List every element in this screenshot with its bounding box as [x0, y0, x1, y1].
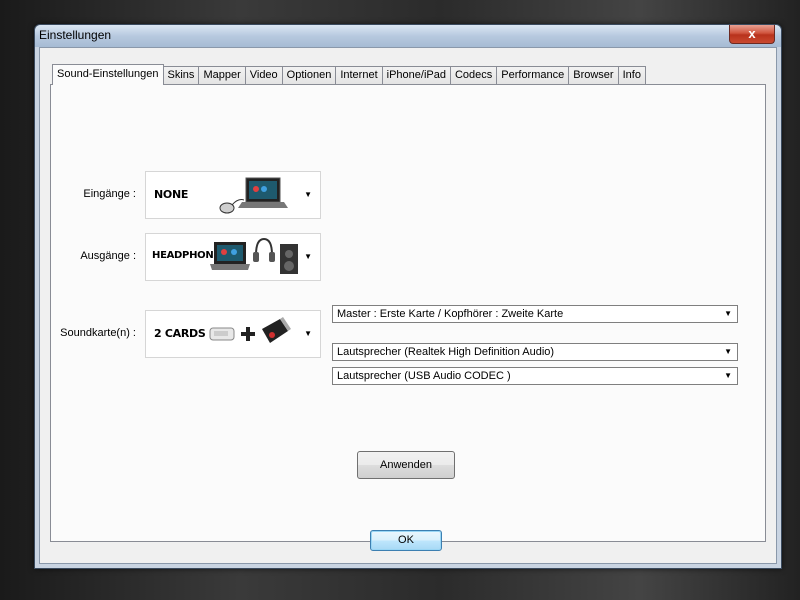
soundcard-icon [209, 327, 235, 341]
chevron-down-icon: ▼ [724, 347, 732, 356]
dialog-client: Sound-Einstellungen Skins Mapper Video O… [39, 47, 777, 564]
tab-codecs[interactable]: Codecs [449, 66, 498, 85]
plus-icon [241, 327, 255, 341]
output-routing-value: Master : Erste Karte / Kopfhörer : Zweit… [337, 308, 564, 320]
outputs-selector[interactable]: HEADPHONES ▼ [145, 233, 321, 281]
outputs-label: Ausgänge : [80, 250, 136, 262]
laptop-icon [210, 242, 250, 270]
tab-video[interactable]: Video [244, 66, 283, 85]
ok-button[interactable]: OK [370, 530, 442, 551]
soundcard2-value: Lautsprecher (USB Audio CODEC ) [337, 370, 511, 382]
tab-iphone-ipad[interactable]: iPhone/iPad [381, 66, 451, 85]
chevron-down-icon: ▼ [304, 190, 312, 199]
apply-button[interactable]: Anwenden [357, 451, 455, 479]
speaker-icon [280, 244, 298, 274]
tab-performance[interactable]: Performance [496, 66, 570, 85]
chevron-down-icon: ▼ [724, 309, 732, 318]
soundcards-label: Soundkarte(n) : [60, 327, 136, 339]
tab-options[interactable]: Optionen [281, 66, 337, 85]
output-routing-select[interactable]: Master : Erste Karte / Kopfhörer : Zweit… [332, 305, 738, 323]
inputs-selector[interactable]: NONE ▼ [145, 171, 321, 219]
tab-skins[interactable]: Skins [162, 66, 200, 85]
soundcard1-select[interactable]: Lautsprecher (Realtek High Definition Au… [332, 343, 738, 361]
tab-info[interactable]: Info [617, 66, 646, 85]
mouse-icon [219, 199, 244, 214]
soundcard2-select[interactable]: Lautsprecher (USB Audio CODEC ) ▼ [332, 367, 738, 385]
close-button[interactable]: x [729, 25, 775, 44]
chevron-down-icon: ▼ [304, 252, 312, 261]
inputs-label: Eingänge : [83, 188, 136, 200]
window-title: Einstellungen [39, 28, 112, 42]
tab-sound-settings[interactable]: Sound-Einstellungen [52, 64, 164, 85]
soundcards-selection: 2 CARDS [154, 327, 206, 340]
usb-stick-icon [262, 317, 291, 343]
chevron-down-icon: ▼ [724, 371, 732, 380]
chevron-down-icon: ▼ [304, 329, 312, 338]
tab-browser[interactable]: Browser [568, 66, 619, 85]
settings-dialog: Einstellungen x Sound-Einstellungen Skin… [34, 24, 782, 569]
tab-internet[interactable]: Internet [335, 66, 383, 85]
sound-settings-panel: Eingänge : NONE ▼ Ausgänge : HEADPHONES … [50, 84, 766, 542]
tab-strip: Sound-Einstellungen Skins Mapper Video O… [52, 64, 646, 85]
headphones-icon [253, 237, 275, 262]
inputs-selection: NONE [154, 188, 189, 201]
tab-mapper[interactable]: Mapper [198, 66, 246, 85]
title-bar[interactable]: Einstellungen x [35, 25, 781, 47]
soundcards-selector[interactable]: 2 CARDS ▼ [145, 310, 321, 358]
soundcard1-value: Lautsprecher (Realtek High Definition Au… [337, 346, 555, 358]
